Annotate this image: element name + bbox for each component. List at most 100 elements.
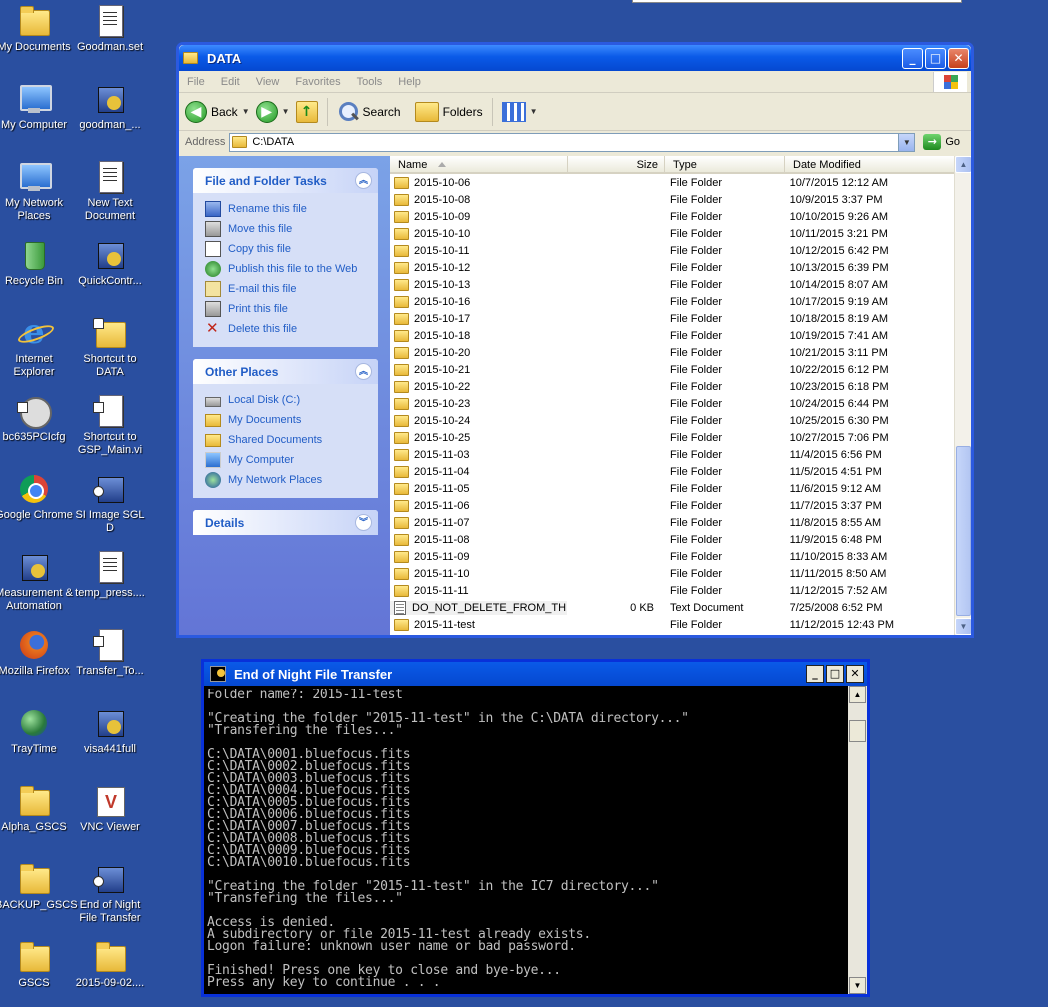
place-link[interactable]: My Computer	[205, 450, 378, 470]
file-row[interactable]: 2015-10-06 File Folder 10/7/2015 12:12 AM	[390, 174, 955, 191]
collapse-chevron-icon[interactable]: ︽	[355, 172, 372, 189]
desktop-icon[interactable]: TrayTime	[0, 706, 73, 756]
file-row[interactable]: 2015-10-20 File Folder 10/21/2015 3:11 PM	[390, 344, 955, 361]
file-row[interactable]: 2015-10-12 File Folder 10/13/2015 6:39 PM	[390, 259, 955, 276]
file-row[interactable]: 2015-11-05 File Folder 11/6/2015 9:12 AM	[390, 480, 955, 497]
close-button[interactable]: ✕	[948, 47, 969, 69]
scroll-thumb[interactable]	[849, 720, 866, 742]
forward-dropdown-icon[interactable]: ▼	[282, 107, 290, 116]
scroll-thumb[interactable]	[956, 446, 971, 616]
file-row[interactable]: 2015-10-17 File Folder 10/18/2015 8:19 AM	[390, 310, 955, 327]
desktop-icon[interactable]: Shortcut to GSP_Main.vi	[71, 394, 149, 457]
forward-button[interactable]: ▶ ▼	[255, 100, 290, 123]
file-row[interactable]: 2015-11-07 File Folder 11/8/2015 8:55 AM	[390, 514, 955, 531]
desktop-icon[interactable]: My Documents	[0, 4, 73, 54]
task-link[interactable]: Copy this file	[205, 239, 378, 259]
file-row[interactable]: 2015-10-25 File Folder 10/27/2015 7:06 PM	[390, 429, 955, 446]
up-folder-icon[interactable]: ↑	[295, 100, 318, 123]
menu-file[interactable]: File	[187, 76, 205, 88]
file-row[interactable]: 2015-11-04 File Folder 11/5/2015 4:51 PM	[390, 463, 955, 480]
task-link[interactable]: Publish this file to the Web	[205, 259, 378, 279]
scroll-down-icon[interactable]: ▼	[955, 618, 971, 635]
folders-button[interactable]: Folders	[414, 101, 483, 122]
scroll-up-icon[interactable]: ▲	[955, 156, 971, 173]
desktop-icon[interactable]: Internet Explorer	[0, 312, 73, 379]
desktop-icon[interactable]: temp_press....	[71, 550, 149, 600]
desktop-icon[interactable]: VNC Viewer	[71, 784, 149, 834]
task-link[interactable]: Print this file	[205, 299, 378, 319]
expand-chevron-icon[interactable]: ︾	[355, 514, 372, 531]
menu-favorites[interactable]: Favorites	[295, 76, 340, 88]
desktop-icon[interactable]: Measurement & Automation	[0, 550, 73, 613]
file-row[interactable]: 2015-10-18 File Folder 10/19/2015 7:41 AM	[390, 327, 955, 344]
maximize-button[interactable]: □	[925, 47, 946, 69]
column-type[interactable]: Type	[665, 156, 785, 172]
console-titlebar[interactable]: End of Night File Transfer _ □ ✕	[204, 662, 867, 686]
desktop-icon[interactable]: visa441full	[71, 706, 149, 756]
task-link[interactable]: E-mail this file	[205, 279, 378, 299]
back-dropdown-icon[interactable]: ▼	[242, 107, 250, 116]
task-link[interactable]: Delete this file	[205, 319, 378, 339]
desktop-icon[interactable]: Shortcut to DATA	[71, 316, 149, 379]
file-row[interactable]: 2015-10-24 File Folder 10/25/2015 6:30 PM	[390, 412, 955, 429]
task-link[interactable]: Rename this file	[205, 199, 378, 219]
place-link[interactable]: Shared Documents	[205, 430, 378, 450]
column-name[interactable]: Name	[390, 156, 568, 172]
address-dropdown-icon[interactable]: ▼	[898, 133, 915, 151]
console-minimize-button[interactable]: _	[806, 665, 824, 683]
file-row[interactable]: 2015-10-11 File Folder 10/12/2015 6:42 PM	[390, 242, 955, 259]
desktop-icon[interactable]: End of Night File Transfer	[71, 862, 149, 925]
menu-edit[interactable]: Edit	[221, 76, 240, 88]
file-row[interactable]: 2015-10-13 File Folder 10/14/2015 8:07 AM	[390, 276, 955, 293]
task-link[interactable]: Move this file	[205, 219, 378, 239]
back-button[interactable]: ◀ Back ▼	[185, 100, 250, 123]
desktop-icon[interactable]: goodman_...	[71, 82, 149, 132]
file-row[interactable]: DO_NOT_DELETE_FROM_THI... 0 KB Text Docume…	[390, 599, 955, 616]
file-row[interactable]: 2015-11-03 File Folder 11/4/2015 6:56 PM	[390, 446, 955, 463]
collapse-chevron-icon[interactable]: ︽	[355, 363, 372, 380]
file-row[interactable]: 2015-10-08 File Folder 10/9/2015 3:37 PM	[390, 191, 955, 208]
console-output[interactable]: Folder name?: 2015-11-test "Creating the…	[207, 689, 847, 994]
file-folder-tasks-header[interactable]: File and Folder Tasks ︽	[193, 168, 378, 193]
console-close-button[interactable]: ✕	[846, 665, 864, 683]
menu-tools[interactable]: Tools	[357, 76, 383, 88]
file-row[interactable]: 2015-10-21 File Folder 10/22/2015 6:12 PM	[390, 361, 955, 378]
place-link[interactable]: Local Disk (C:)	[205, 390, 378, 410]
minimize-button[interactable]: _	[902, 47, 923, 69]
desktop-icon[interactable]: Mozilla Firefox	[0, 628, 73, 678]
file-row[interactable]: 2015-11-09 File Folder 11/10/2015 8:33 AM	[390, 548, 955, 565]
desktop-icon[interactable]: Google Chrome	[0, 472, 73, 522]
explorer-titlebar[interactable]: DATA _ □ ✕	[179, 45, 971, 71]
desktop-icon[interactable]: GSCS	[0, 940, 73, 990]
desktop-icon[interactable]: Transfer_To...	[71, 628, 149, 678]
file-row[interactable]: 2015-11-08 File Folder 11/9/2015 6:48 PM	[390, 531, 955, 548]
desktop-icon[interactable]: bc635PCIcfg	[0, 394, 73, 444]
other-places-header[interactable]: Other Places ︽	[193, 359, 378, 384]
desktop-icon[interactable]: My Network Places	[0, 160, 73, 223]
console-scrollbar[interactable]: ▲ ▼	[848, 686, 867, 994]
file-row[interactable]: 2015-11-06 File Folder 11/7/2015 3:37 PM	[390, 497, 955, 514]
file-row[interactable]: 2015-10-22 File Folder 10/23/2015 6:18 PM	[390, 378, 955, 395]
desktop-icon[interactable]: Alpha_GSCS	[0, 784, 73, 834]
desktop-icon[interactable]: SI Image SGL D	[71, 472, 149, 535]
desktop-icon[interactable]: 2015-09-02....	[71, 940, 149, 990]
address-input[interactable]: C:\DATA ▼	[229, 132, 916, 152]
views-button[interactable]: ▼	[501, 101, 538, 122]
menu-help[interactable]: Help	[398, 76, 421, 88]
file-row[interactable]: 2015-11-10 File Folder 11/11/2015 8:50 AM	[390, 565, 955, 582]
file-row[interactable]: 2015-10-10 File Folder 10/11/2015 3:21 PM	[390, 225, 955, 242]
file-row[interactable]: 2015-10-16 File Folder 10/17/2015 9:19 AM	[390, 293, 955, 310]
file-row[interactable]: 2015-10-23 File Folder 10/24/2015 6:44 PM	[390, 395, 955, 412]
desktop-icon[interactable]: New Text Document	[71, 160, 149, 223]
desktop-icon[interactable]: BACKUP_GSCS	[0, 862, 78, 912]
desktop-icon[interactable]: Recycle Bin	[0, 238, 73, 288]
place-link[interactable]: My Network Places	[205, 470, 378, 490]
desktop-icon[interactable]: Goodman.set	[71, 4, 149, 54]
scroll-up-icon[interactable]: ▲	[849, 686, 866, 703]
file-list-scrollbar[interactable]: ▲ ▼	[954, 156, 971, 635]
file-row[interactable]: 2015-10-09 File Folder 10/10/2015 9:26 AM	[390, 208, 955, 225]
desktop-icon[interactable]: My Computer	[0, 82, 73, 132]
place-link[interactable]: My Documents	[205, 410, 378, 430]
menu-view[interactable]: View	[256, 76, 280, 88]
column-size[interactable]: Size	[568, 156, 665, 172]
